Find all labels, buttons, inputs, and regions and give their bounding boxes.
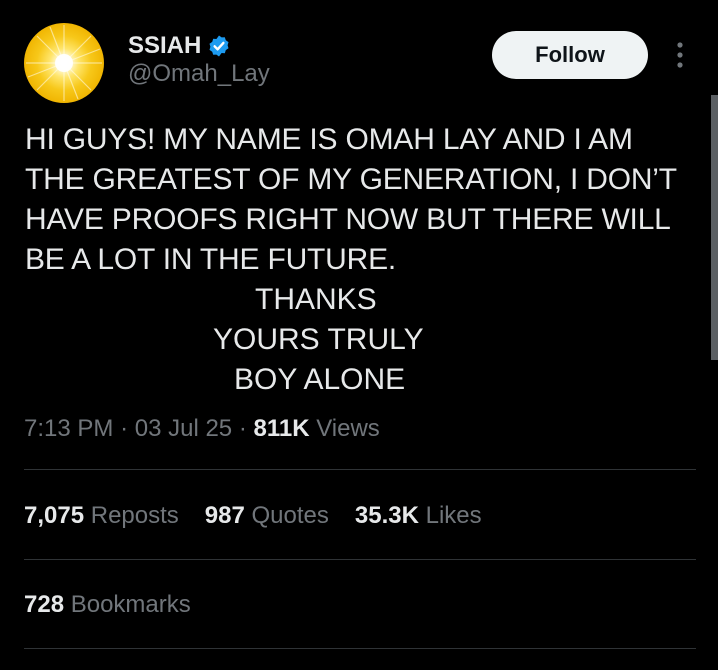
tweet-meta: 7:13 PM · 03 Jul 25 · 811K Views	[24, 412, 380, 446]
tweet-text-line: BE A LOT IN THE FUTURE.	[25, 243, 397, 276]
signoff-yours-truly: YOURS TRULY	[213, 323, 424, 356]
tweet-text-line: THE GREATEST OF MY GENERATION, I DON’T	[25, 163, 677, 196]
divider	[24, 648, 696, 649]
tweet-detail: SSIAH @Omah_Lay Follow HI GUYS! MY NAME …	[0, 0, 718, 670]
divider	[24, 469, 696, 470]
reposts-stat[interactable]: 7,075 Reposts	[24, 499, 179, 533]
bookmarks-label: Bookmarks	[70, 591, 191, 618]
tweet-time[interactable]: 7:13 PM	[24, 415, 113, 442]
verified-badge-icon	[207, 34, 231, 58]
views-label: Views	[316, 415, 380, 442]
scrollbar-thumb[interactable]	[711, 95, 718, 360]
quotes-label: Quotes	[251, 502, 329, 529]
author-display-name[interactable]: SSIAH	[128, 32, 201, 60]
views-count: 811K	[253, 415, 310, 442]
more-vertical-icon[interactable]	[669, 40, 691, 70]
meta-separator: ·	[120, 415, 129, 442]
meta-separator: ·	[238, 415, 247, 442]
likes-label: Likes	[425, 502, 482, 529]
tweet-text-line: HAVE PROOFS RIGHT NOW BUT THERE WILL	[25, 203, 671, 236]
bookmarks-stat[interactable]: 728 Bookmarks	[24, 588, 191, 622]
author-name-row: SSIAH	[128, 30, 231, 62]
signoff-name: BOY ALONE	[234, 363, 406, 396]
sun-avatar-image	[26, 25, 102, 101]
tweet-date[interactable]: 03 Jul 25	[135, 415, 232, 442]
bookmarks-count: 728	[24, 591, 65, 618]
tweet-text-line: HI GUYS! MY NAME IS OMAH LAY AND I AM	[25, 123, 633, 156]
signoff-thanks: THANKS	[255, 283, 377, 316]
quotes-stat[interactable]: 987 Quotes	[205, 499, 329, 533]
avatar[interactable]	[24, 23, 104, 103]
likes-count: 35.3K	[354, 502, 419, 529]
author-handle[interactable]: @Omah_Lay	[128, 60, 270, 88]
divider	[24, 559, 696, 560]
likes-stat[interactable]: 35.3K Likes	[355, 499, 482, 533]
engagement-stats: 7,075 Reposts 987 Quotes 35.3K Likes	[24, 499, 508, 533]
tweet-text: HI GUYS! MY NAME IS OMAH LAY AND I AM TH…	[25, 120, 695, 280]
quotes-count: 987	[204, 502, 245, 529]
follow-button[interactable]: Follow	[492, 31, 648, 79]
reposts-label: Reposts	[90, 502, 179, 529]
reposts-count: 7,075	[24, 502, 85, 529]
